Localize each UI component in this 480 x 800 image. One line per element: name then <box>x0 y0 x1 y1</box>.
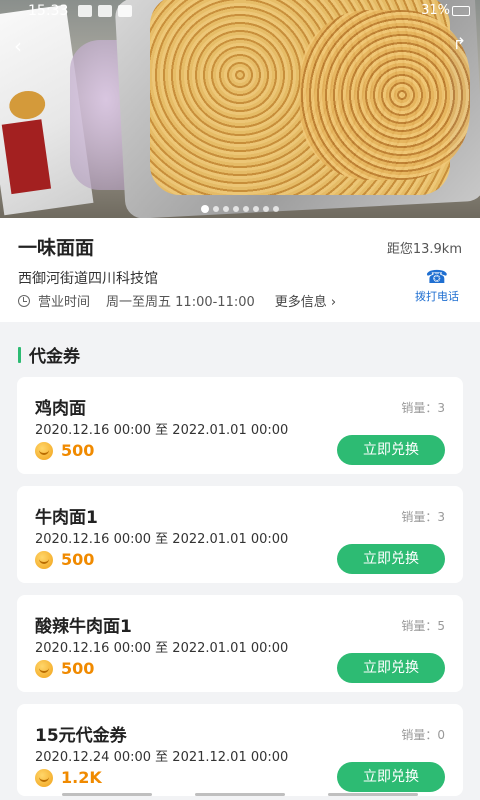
voucher-price-amount: 500 <box>61 441 95 460</box>
store-distance: 距您13.9km <box>386 242 462 257</box>
coin-icon <box>35 550 53 569</box>
section-accent-bar <box>18 346 21 363</box>
more-info-link[interactable]: 更多信息 › <box>275 291 336 310</box>
carousel-dot <box>213 206 219 212</box>
section-title: 代金券 <box>29 347 80 367</box>
voucher-sales: 销量：5 <box>401 619 445 633</box>
status-time: 15:33 <box>28 3 69 19</box>
carousel-dot <box>223 206 229 212</box>
voucher-section-header: 代金券 <box>18 342 80 367</box>
voucher-price: 500 <box>35 550 94 569</box>
check-icon <box>98 5 112 17</box>
voucher-card[interactable]: 鸡肉面 销量：3 2020.12.16 00:00 至 2022.01.01 0… <box>17 377 463 474</box>
voucher-price: 1.2K <box>35 768 102 787</box>
carousel-indicator <box>0 197 480 216</box>
carousel-dot <box>233 206 239 212</box>
voucher-name: 15元代金券 <box>35 726 127 746</box>
voucher-period: 2020.12.16 00:00 至 2022.01.01 00:00 <box>35 641 289 656</box>
coin-icon <box>35 659 53 678</box>
carousel-dot <box>273 206 279 212</box>
carousel-dot <box>253 206 259 212</box>
voucher-period: 2020.12.16 00:00 至 2022.01.01 00:00 <box>35 532 289 547</box>
coin-icon <box>35 441 53 460</box>
hours-label: 营业时间 <box>38 295 91 310</box>
notification-icons <box>78 5 138 21</box>
voucher-card[interactable]: 牛肉面1 销量：3 2020.12.16 00:00 至 2022.01.01 … <box>17 486 463 583</box>
share-icon[interactable]: ↱ <box>453 34 466 53</box>
battery-icon <box>452 6 470 16</box>
voucher-name: 鸡肉面 <box>35 399 86 419</box>
clock-icon <box>18 294 30 307</box>
redeem-button[interactable]: 立即兑换 <box>337 653 445 683</box>
voucher-price-amount: 1.2K <box>61 768 102 787</box>
message-icon <box>78 5 92 17</box>
wifi-icon <box>118 5 132 17</box>
redeem-button[interactable]: 立即兑换 <box>337 435 445 465</box>
voucher-name: 牛肉面1 <box>35 508 98 528</box>
store-address: 西御河街道四川科技馆 <box>18 271 158 287</box>
gesture-bar <box>0 792 480 800</box>
store-info-card: 一味面面 距您13.9km 西御河街道四川科技馆 营业时间 周一至周五 11:0… <box>0 218 480 322</box>
carousel-dot <box>263 206 269 212</box>
voucher-price-amount: 500 <box>61 550 95 569</box>
redeem-button[interactable]: 立即兑换 <box>337 762 445 792</box>
voucher-period: 2020.12.24 00:00 至 2021.12.01 00:00 <box>35 750 289 765</box>
hours-value: 周一至周五 11:00-11:00 <box>106 295 255 310</box>
voucher-card[interactable]: 酸辣牛肉面1 销量：5 2020.12.16 00:00 至 2022.01.0… <box>17 595 463 692</box>
voucher-card[interactable]: 15元代金券 销量：0 2020.12.24 00:00 至 2021.12.0… <box>17 704 463 796</box>
voucher-price-amount: 500 <box>61 659 95 678</box>
voucher-sales: 销量：3 <box>401 510 445 524</box>
voucher-price: 500 <box>35 441 94 460</box>
voucher-name: 酸辣牛肉面1 <box>35 617 132 637</box>
call-label: 拨打电话 <box>415 290 459 303</box>
battery-percent: 31% <box>421 3 450 18</box>
carousel-dot <box>243 206 249 212</box>
status-bar: 15:33 31% <box>0 0 480 24</box>
redeem-button[interactable]: 立即兑换 <box>337 544 445 574</box>
call-button[interactable]: ☎ 拨打电话 <box>412 268 462 304</box>
carousel-dot <box>201 205 209 213</box>
voucher-sales: 销量：0 <box>401 728 445 742</box>
coin-icon <box>35 768 53 787</box>
phone-icon: ☎ <box>425 267 449 288</box>
business-hours: 营业时间 周一至周五 11:00-11:00 更多信息 › <box>18 291 336 310</box>
store-hero-image[interactable]: ‹ ↱ <box>0 0 480 218</box>
voucher-period: 2020.12.16 00:00 至 2022.01.01 00:00 <box>35 423 289 438</box>
store-name: 一味面面 <box>18 237 95 259</box>
voucher-price: 500 <box>35 659 94 678</box>
back-arrow-icon[interactable]: ‹ <box>14 34 22 58</box>
voucher-sales: 销量：3 <box>401 401 445 415</box>
